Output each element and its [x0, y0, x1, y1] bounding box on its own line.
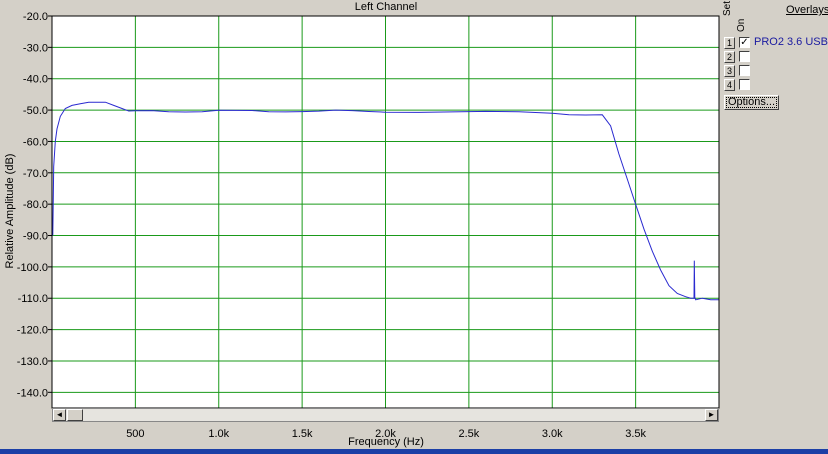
arrow-left-icon: ◄: [55, 410, 64, 419]
overlay-set-button-2[interactable]: 2: [724, 51, 735, 63]
overlay-on-checkbox-2[interactable]: [739, 51, 750, 62]
taskbar-edge: [0, 449, 828, 454]
overlay-set-button-4[interactable]: 4: [724, 79, 735, 91]
arrow-right-icon: ►: [707, 410, 716, 419]
on-column-header: On: [736, 18, 747, 32]
y-tick-label: -140.0: [17, 387, 48, 399]
overlay-row-4: 4: [724, 79, 828, 92]
overlay-row-2: 2: [724, 51, 828, 64]
y-tick-label: -70.0: [23, 168, 48, 180]
y-tick-label: -30.0: [23, 42, 48, 54]
overlay-set-button-1[interactable]: 1: [724, 37, 735, 49]
y-tick-label: -60.0: [23, 136, 48, 148]
scroll-right-button[interactable]: ►: [705, 409, 718, 421]
y-tick-label: -80.0: [23, 199, 48, 211]
y-tick-label: -20.0: [23, 11, 48, 23]
y-tick-label: -50.0: [23, 105, 48, 117]
y-tick-label: -90.0: [23, 231, 48, 243]
y-tick-label: -40.0: [23, 74, 48, 86]
overlay-on-checkbox-1[interactable]: ✓: [739, 37, 750, 48]
overlay-on-checkbox-4[interactable]: [739, 79, 750, 90]
overlay-row-1: 1 ✓ PRO2 3.6 USB: [724, 36, 828, 50]
overlay-name-1: PRO2 3.6 USB: [754, 36, 828, 48]
y-axis-label: Relative Amplitude (dB): [4, 153, 16, 269]
overlay-set-button-3[interactable]: 3: [724, 65, 735, 77]
spectrum-analyzer-window: Left Channel 500 1.0k 1.5k 2.0k 2.5k 3.0k 3.5k…: [0, 0, 828, 454]
y-tick-label: -100.0: [17, 262, 48, 274]
scroll-left-button[interactable]: ◄: [53, 409, 66, 421]
horizontal-scrollbar[interactable]: ◄ ►: [52, 408, 719, 422]
scroll-thumb[interactable]: [67, 409, 83, 421]
options-button[interactable]: Options...: [724, 95, 779, 110]
y-tick-label: -130.0: [17, 356, 48, 368]
spectrum-chart: 500 1.0k 1.5k 2.0k 2.5k 3.0k 3.5k-20.0-30.0-40…: [17, 11, 720, 440]
set-column-header: Set: [722, 0, 733, 16]
overlay-on-checkbox-3[interactable]: [739, 65, 750, 76]
overlay-row-3: 3: [724, 65, 828, 78]
x-axis-label: Frequency (Hz): [348, 436, 424, 448]
y-tick-label: -110.0: [18, 293, 48, 305]
y-tick-label: -120.0: [17, 325, 48, 337]
overlays-link[interactable]: Overlays: [786, 4, 828, 16]
